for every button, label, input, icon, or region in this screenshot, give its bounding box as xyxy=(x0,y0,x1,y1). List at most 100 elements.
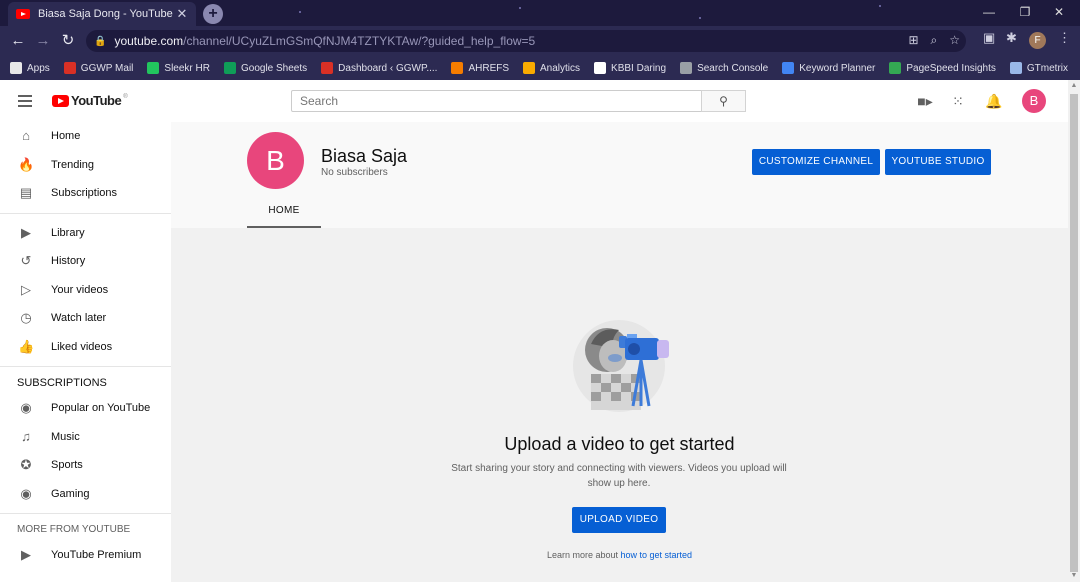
browser-profile-avatar[interactable]: F xyxy=(1029,32,1046,49)
bookmark-item[interactable]: Sleekr HR xyxy=(147,62,210,74)
empty-state-title: Upload a video to get started xyxy=(504,434,735,454)
bookmark-item[interactable]: GTmetrix xyxy=(1009,62,1068,74)
bookmark-favicon-icon xyxy=(1009,62,1022,74)
bookmark-label: Search Console xyxy=(697,62,769,74)
bookmark-star-icon[interactable]: ☆ xyxy=(949,33,960,48)
sidebar-item-label: Liked videos xyxy=(51,340,113,353)
home-icon: ⌂ xyxy=(22,128,30,144)
zoom-icon[interactable]: ⌕ xyxy=(931,33,938,48)
page-scrollbar[interactable]: ▲ ▼ xyxy=(1068,80,1080,582)
tab-close-icon[interactable]: ✕ xyxy=(176,6,188,22)
bookmark-item[interactable]: Dashboard ‹ GGWP.... xyxy=(321,62,437,74)
registered-mark: ® xyxy=(123,93,128,100)
sidebar-item-liked-videos[interactable]: 👍 Liked videos xyxy=(0,333,171,362)
bookmark-item[interactable]: Google Sheets xyxy=(223,62,307,74)
url-path: /channel/UCyuZLmGSmQfNJM4TZTYKTAw/?guide… xyxy=(183,34,536,48)
youtube-logo[interactable]: YouTube ® xyxy=(52,93,128,108)
chrome-menu-icon[interactable]: ⋮ xyxy=(1058,30,1071,46)
how-to-get-started-link[interactable]: how to get started xyxy=(621,550,693,560)
sidebar-item-label: Music xyxy=(51,430,80,443)
new-tab-button[interactable]: + xyxy=(203,4,223,24)
youtube-premium-icon: ▶ xyxy=(21,547,31,563)
bookmark-item[interactable]: AHREFS xyxy=(451,62,509,74)
sidebar-item-your-videos[interactable]: ▷ Your videos xyxy=(0,276,171,305)
url-field[interactable]: 🔒 youtube.com/channel/UCyuZLmGSmQfNJM4TZ… xyxy=(86,30,966,52)
sidebar-section-heading: MORE FROM YOUTUBE xyxy=(17,524,131,535)
sidebar-item-label: Home xyxy=(51,130,81,143)
extension-icon[interactable]: ▣ xyxy=(983,30,995,46)
bookmark-favicon-icon xyxy=(63,62,76,74)
bookmark-item[interactable]: Keyword Planner xyxy=(782,62,875,74)
youtube-studio-button[interactable]: YOUTUBE STUDIO xyxy=(885,149,991,175)
sidebar-item-label: Gaming xyxy=(51,487,90,500)
sidebar: ⌂ Home 🔥 Trending ▤ Subscriptions ▶ Library ↺ His… xyxy=(0,122,171,582)
lock-icon: 🔒 xyxy=(94,35,107,47)
music-icon: ♫ xyxy=(21,428,31,444)
tab-home[interactable]: HOME xyxy=(247,202,321,228)
create-video-icon[interactable]: ■▸ xyxy=(917,93,933,109)
customize-channel-button[interactable]: CUSTOMIZE CHANNEL xyxy=(752,149,880,175)
reload-icon[interactable]: ↻ xyxy=(58,31,78,51)
sidebar-item-subscriptions[interactable]: ▤ Subscriptions xyxy=(0,179,171,208)
browser-tab[interactable]: Biasa Saja Dong - YouTube ✕ xyxy=(8,2,196,26)
scroll-down-icon[interactable]: ▼ xyxy=(1068,570,1080,582)
sidebar-item-youtube-premium[interactable]: ▶ YouTube Premium xyxy=(0,541,171,570)
sidebar-item-sports[interactable]: ✪ Sports xyxy=(0,451,171,480)
bookmark-label: AHREFS xyxy=(468,62,510,74)
sidebar-item-home[interactable]: ⌂ Home xyxy=(0,122,171,151)
bookmark-item[interactable]: Analytics xyxy=(523,62,580,74)
extensions-puzzle-icon[interactable]: ✱ xyxy=(1006,30,1017,46)
window-close-icon[interactable]: ✕ xyxy=(1038,0,1080,26)
bookmark-favicon-icon xyxy=(147,62,160,74)
notifications-bell-icon[interactable]: 🔔 xyxy=(985,93,1002,109)
bookmark-item[interactable]: KBBI Daring xyxy=(594,62,666,74)
bookmark-item[interactable]: Search Console xyxy=(680,62,768,74)
menu-icon[interactable] xyxy=(18,95,32,107)
apps-grid-icon[interactable]: ⁙ xyxy=(950,93,966,109)
sidebar-item-label: Watch later xyxy=(51,312,107,325)
sidebar-item-watch-later[interactable]: ◷ Watch later xyxy=(0,304,171,333)
bookmark-item[interactable]: GGWP Mail xyxy=(63,62,133,74)
sidebar-item-label: Subscriptions xyxy=(51,187,118,200)
scrollbar-thumb[interactable] xyxy=(1070,94,1078,572)
subscriber-count: No subscribers xyxy=(321,167,388,178)
channel-header: B Biasa Saja No subscribers CUSTOMIZE CH… xyxy=(171,122,1068,228)
sidebar-divider xyxy=(0,212,171,214)
bookmark-item[interactable]: Apps xyxy=(10,62,50,74)
upload-illustration xyxy=(573,320,669,412)
sidebar-section-heading: SUBSCRIPTIONS xyxy=(17,377,107,389)
back-icon[interactable]: ← xyxy=(8,31,28,51)
sidebar-divider xyxy=(0,513,171,514)
subscriptions-icon: ▤ xyxy=(19,185,33,201)
channel-avatar[interactable]: B xyxy=(247,132,304,189)
translate-icon[interactable]: ⊞ xyxy=(908,33,918,48)
sidebar-item-gaming[interactable]: ◉ Gaming xyxy=(0,480,171,509)
learn-more-text: Learn more about how to get started xyxy=(171,550,1068,560)
sidebar-item-history[interactable]: ↺ History xyxy=(0,247,171,276)
learn-more-prefix: Learn more about xyxy=(546,550,618,560)
empty-state-description: Start sharing your story and connecting … xyxy=(451,463,787,489)
bookmark-item[interactable]: PageSpeed Insights xyxy=(889,62,996,74)
bookmark-favicon-icon xyxy=(680,62,693,74)
forward-icon[interactable]: → xyxy=(33,31,53,51)
gaming-icon: ◉ xyxy=(20,485,32,501)
liked-videos-icon: 👍 xyxy=(18,338,35,354)
bookmark-label: PageSpeed Insights xyxy=(906,62,996,74)
upload-video-button[interactable]: UPLOAD VIDEO xyxy=(572,507,666,533)
search-input[interactable] xyxy=(291,90,702,112)
scroll-up-icon[interactable]: ▲ xyxy=(1068,80,1080,92)
bookmark-label: Dashboard ‹ GGWP.... xyxy=(338,62,438,74)
bookmark-label: GTmetrix xyxy=(1026,62,1068,74)
bookmark-label: Analytics xyxy=(540,62,581,74)
search-button[interactable]: ⚲ xyxy=(701,90,746,112)
sidebar-item-label: Sports xyxy=(51,459,83,472)
bookmark-favicon-icon xyxy=(594,62,607,74)
bookmark-favicon-icon xyxy=(889,62,902,74)
sidebar-item-label: Trending xyxy=(51,158,95,171)
sidebar-item-popular-on-youtube[interactable]: ◉ Popular on YouTube xyxy=(0,394,171,423)
bookmark-favicon-icon xyxy=(451,62,464,74)
sidebar-item-library[interactable]: ▶ Library xyxy=(0,219,171,248)
sidebar-item-music[interactable]: ♫ Music xyxy=(0,423,171,452)
account-avatar[interactable]: B xyxy=(1022,89,1046,113)
sidebar-item-trending[interactable]: 🔥 Trending xyxy=(0,151,171,180)
